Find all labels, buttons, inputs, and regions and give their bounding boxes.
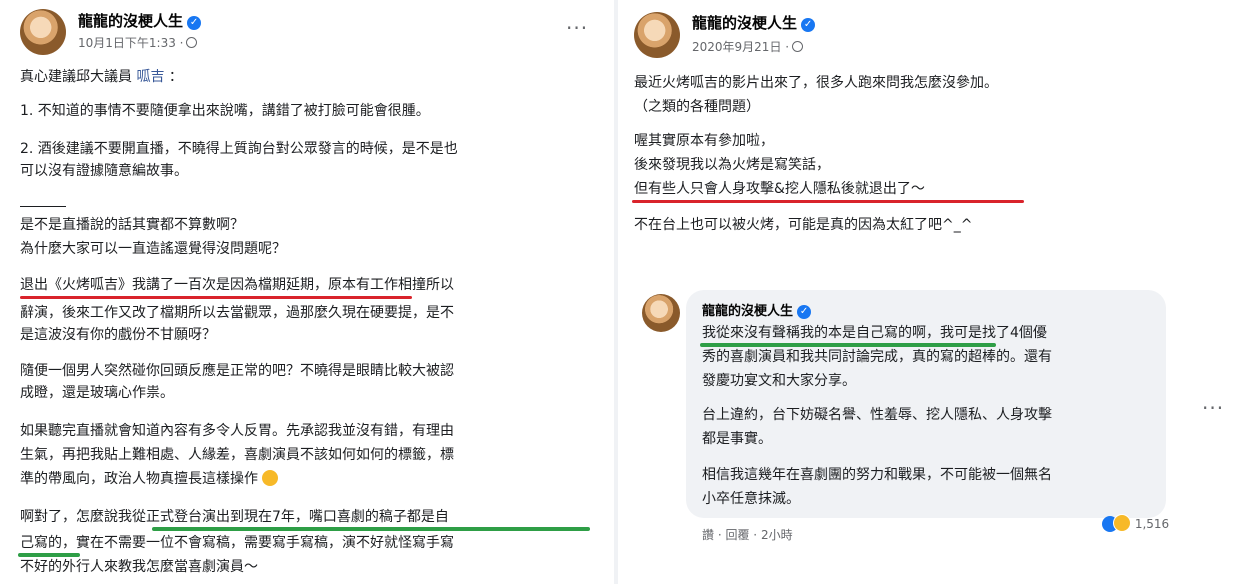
comment-line: 台上違約，台下妨礙名譽、性羞辱、挖人隱私、人身攻擊 [702,407,1052,423]
globe-icon [792,41,804,52]
post-line: 是這波沒有你的戲份不甘願呀？ [20,327,216,343]
author-name[interactable]: 龍龍的沒梗人生 ✓ [78,10,202,31]
mention-link[interactable]: 呱吉 [136,69,164,85]
post-line: 真心建議邱大議員 呱吉 ： [20,69,183,85]
post-line: 成瞪，還是玻璃心作祟。 [20,385,174,401]
post-line: 不在台上也可以被火烤，可能是真的因為太紅了吧^_^ [634,217,973,233]
post-timestamp[interactable]: 2020年9月21日 · [692,38,804,55]
haha-reaction-icon [1113,514,1131,532]
post-line: 可以沒有證據隨意編故事。 [20,163,188,179]
commenter-avatar[interactable] [642,294,680,332]
post-line: 後來發現我以為火烤是寫笑話， [634,157,830,173]
post-line: 喔其實原本有參加啦， [634,133,774,149]
verified-badge-icon: ✓ [801,18,816,32]
comment-line: 都是事實。 [702,431,772,447]
reply-link[interactable]: 回覆 [725,528,749,542]
post-line: 退出《火烤呱吉》我講了一百次是因為檔期延期，原本有工作相撞所以 [20,277,454,293]
verified-badge-icon: ✓ [797,305,812,319]
author-avatar[interactable] [20,9,66,55]
post-line: 己寫的，實在不需要一位不會寫稿，需要寫手寫稿，演不好就怪寫手寫 [20,535,454,551]
commenter-name[interactable]: 龍龍的沒梗人生 ✓ [702,300,812,319]
globe-icon [186,37,198,48]
post-line: 不好的外行人來教我怎麼當喜劇演員～ [20,559,258,575]
post-line: 準的帶風向，政治人物真擅長這樣操作 [20,468,279,490]
verified-badge-icon: ✓ [187,16,202,30]
author-name[interactable]: 龍龍的沒梗人生 ✓ [692,12,816,33]
comment-line: 相信我這幾年在喜劇團的努力和戰果，不可能被一個無名 [702,467,1052,483]
post-line: 隨便一個男人突然碰你回頭反應是正常的吧？不曉得是眼睛比較大被認 [20,363,454,379]
like-link[interactable]: 讚 [702,528,714,542]
comment-line: 小卒任意抹滅。 [702,491,800,507]
more-options-icon[interactable]: ··· [566,16,588,40]
post-line: 最近火烤呱吉的影片出來了，很多人跑來問我怎麼沒參加。 [634,75,998,91]
red-underline [632,200,1024,203]
post-line: 2. 酒後建議不要開直播，不曉得上質詢台對公眾發言的時候，是不是也 [20,141,458,157]
left-post: 龍龍的沒梗人生 ✓ 10月1日下午1:33 · ··· 真心建議邱大議員 呱吉 ：… [0,0,618,584]
comment-time[interactable]: 2小時 [761,528,793,542]
reaction-summary[interactable]: 1,516 [1102,514,1169,532]
post-line: 但有些人只會人身攻擊&挖人隱私後就退出了～ [634,181,925,197]
green-underline [152,527,590,531]
post-line: 是不是直播說的話其實都不算數啊？ [20,217,244,233]
separator [20,206,66,207]
post-line: （之類的各種問題） [634,99,760,115]
post-line: 辭演，後來工作又改了檔期所以去當觀眾，過那麼久現在硬要提，是不 [20,305,454,321]
comment-line: 我從來沒有聲稱我的本是自己寫的啊，我可是找了4個優 [702,325,1047,341]
post-line: 為什麼大家可以一直造謠還覺得沒問題呢？ [20,241,286,257]
author-avatar[interactable] [634,12,680,58]
post-line: 1. 不知道的事情不要隨便拿出來說嘴，講錯了被打臉可能會很腫。 [20,103,430,119]
sweat-smile-emoji-icon [262,470,279,486]
comment-line: 發慶功宴文和大家分享。 [702,373,856,389]
post-line: 生氣，再把我貼上難相處、人緣差，喜劇演員不該如何如何的標籤，標 [20,447,454,463]
red-underline [20,296,412,299]
post-line: 啊對了，怎麼說我從正式登台演出到現在7年，嘴口喜劇的稿子都是自 [20,509,449,525]
comment-actions: 讚 · 回覆 · 2小時 [702,528,793,542]
post-timestamp[interactable]: 10月1日下午1:33 · [78,34,198,51]
comment-line: 秀的喜劇演員和我共同討論完成，真的寫的超棒的。還有 [702,349,1052,365]
right-panel: 龍龍的沒梗人生 ✓ 2020年9月21日 · 最近火烤呱吉的影片出來了，很多人跑來… [618,0,1242,584]
comment-more-icon[interactable]: ··· [1202,396,1224,420]
post-line: 如果聽完直播就會知道內容有多令人反胃。先承認我並沒有錯，有理由 [20,423,454,439]
